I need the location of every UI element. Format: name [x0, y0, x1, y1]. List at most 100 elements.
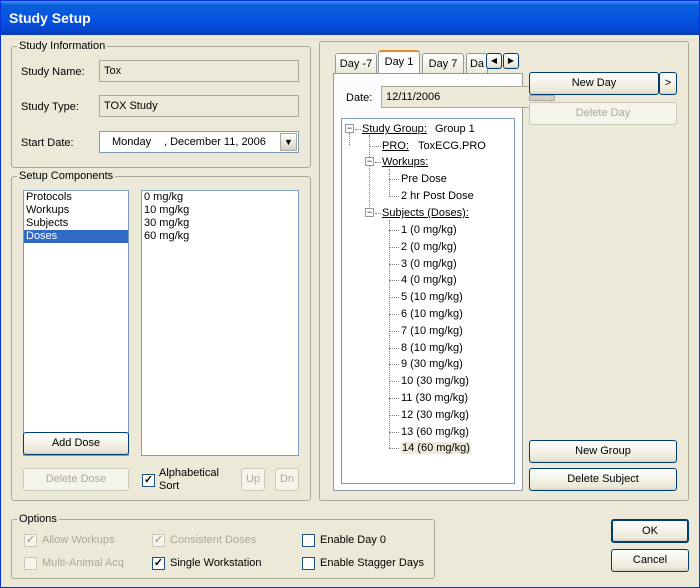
subject-item[interactable]: 7 (10 mg/kg) — [401, 325, 463, 337]
tab-day-1[interactable]: Day 1 — [378, 50, 420, 73]
tab-scroll-right[interactable]: ▶ — [503, 53, 519, 69]
tree-connector — [389, 196, 399, 197]
workup-item[interactable]: 2 hr Post Dose — [401, 190, 474, 202]
tree-connector — [389, 220, 390, 448]
tree-connector — [389, 364, 399, 365]
date-dropdown-button[interactable]: ▼ — [280, 133, 297, 151]
subject-item[interactable]: 1 (0 mg/kg) — [401, 224, 457, 236]
workups-label[interactable]: Workups: — [382, 156, 428, 168]
start-date-label: Start Date: — [21, 137, 74, 149]
collapse-workups-icon[interactable]: − — [365, 157, 374, 166]
tree-connector — [389, 169, 390, 197]
list-item[interactable]: Protocols — [24, 191, 128, 204]
subject-item[interactable]: 5 (10 mg/kg) — [401, 291, 463, 303]
study-information-legend: Study Information — [17, 40, 108, 52]
pro-value: ToxECG.PRO — [418, 140, 486, 152]
tree-connector — [375, 162, 381, 163]
enable-day0-checkbox[interactable] — [302, 534, 315, 547]
list-item[interactable]: Workups — [24, 204, 128, 217]
tree-connector — [369, 146, 381, 147]
cancel-button[interactable]: Cancel — [611, 549, 689, 572]
tree-connector — [389, 415, 399, 416]
move-up-button[interactable]: Up — [241, 468, 265, 491]
consistent-doses-checkbox[interactable]: ✓ — [152, 534, 165, 547]
study-name-label: Study Name: — [21, 66, 85, 78]
subject-item[interactable]: 8 (10 mg/kg) — [401, 342, 463, 354]
pro-label[interactable]: PRO: — [382, 140, 409, 152]
subject-item[interactable]: 14 (60 mg/kg) — [401, 442, 471, 454]
tree-connector — [389, 432, 399, 433]
study-type-field[interactable]: TOX Study — [99, 95, 299, 117]
collapse-group-icon[interactable]: − — [345, 124, 354, 133]
start-date-picker[interactable]: Monday , December 11, 2006 ▼ — [99, 131, 299, 153]
allow-workups-checkbox[interactable]: ✓ — [24, 534, 37, 547]
more-button[interactable]: > — [659, 72, 677, 95]
tree-connector — [369, 135, 370, 215]
collapse-subjects-icon[interactable]: − — [365, 208, 374, 217]
setup-components-legend: Setup Components — [17, 170, 116, 182]
multi-animal-checkbox[interactable] — [24, 557, 37, 570]
doses-list[interactable]: 0 mg/kg 10 mg/kg 30 mg/kg 60 mg/kg — [141, 190, 299, 456]
tree-connector — [389, 264, 399, 265]
study-setup-window: Study Setup Study Information Study Name… — [0, 0, 700, 588]
study-type-value: TOX Study — [104, 100, 158, 112]
subject-item[interactable]: 12 (30 mg/kg) — [401, 409, 469, 421]
date-label: Date: — [346, 92, 373, 104]
enable-stagger-checkbox[interactable] — [302, 557, 315, 570]
single-workstation-checkbox[interactable]: ✓ — [152, 557, 165, 570]
window-title: Study Setup — [9, 10, 91, 26]
subject-item[interactable]: 2 (0 mg/kg) — [401, 241, 457, 253]
tab-day-7[interactable]: Day 7 — [422, 53, 464, 73]
components-list[interactable]: Protocols Workups Subjects Doses — [23, 190, 129, 456]
tree-connector — [355, 129, 361, 130]
title-bar[interactable]: Study Setup — [1, 1, 699, 35]
list-item[interactable]: Subjects — [24, 217, 128, 230]
right-arrow-icon: ▶ — [507, 56, 515, 65]
subject-item[interactable]: 3 (0 mg/kg) — [401, 258, 457, 270]
study-group-label[interactable]: Study Group: — [362, 123, 427, 135]
study-name-field[interactable]: Tox — [99, 60, 299, 82]
delete-day-button[interactable]: Delete Day — [529, 102, 677, 125]
subject-item[interactable]: 6 (10 mg/kg) — [401, 308, 463, 320]
subject-item[interactable]: 10 (30 mg/kg) — [401, 375, 469, 387]
tab-day-minus-7[interactable]: Day -7 — [335, 53, 377, 73]
new-day-button[interactable]: New Day — [529, 72, 659, 95]
list-item[interactable]: 10 mg/kg — [142, 204, 298, 217]
new-group-button[interactable]: New Group — [529, 440, 677, 463]
subject-item[interactable]: 11 (30 mg/kg) — [401, 392, 468, 404]
delete-dose-button[interactable]: Delete Dose — [23, 468, 129, 491]
tree-connector — [389, 348, 399, 349]
subject-item[interactable]: 4 (0 mg/kg) — [401, 274, 457, 286]
tab-day-partial[interactable]: Da — [466, 53, 488, 73]
start-date-date: , December 11, 2006 — [164, 136, 266, 148]
list-item-selected[interactable]: Doses — [24, 230, 128, 243]
subjects-label[interactable]: Subjects (Doses): — [382, 207, 469, 219]
study-group-value: Group 1 — [435, 123, 475, 135]
tree-connector — [389, 280, 399, 281]
add-dose-button[interactable]: Add Dose — [23, 432, 129, 455]
options-legend: Options — [17, 513, 59, 525]
move-down-button[interactable]: Dn — [275, 468, 299, 491]
alphabetical-sort-checkbox[interactable]: ✓ — [142, 474, 155, 487]
allow-workups-label: Allow Workups — [42, 534, 115, 546]
ok-button[interactable]: OK — [611, 519, 689, 543]
delete-subject-button[interactable]: Delete Subject — [529, 468, 677, 491]
tree-connector — [389, 230, 399, 231]
resize-handle[interactable] — [529, 95, 555, 101]
alphabetical-sort-label: Alphabetical Sort — [159, 467, 219, 493]
options-group — [11, 519, 435, 579]
list-item[interactable]: 0 mg/kg — [142, 191, 298, 204]
day-date-value: 12/11/2006 — [386, 91, 441, 103]
subject-item[interactable]: 13 (60 mg/kg) — [401, 426, 469, 438]
tree-connector — [389, 448, 399, 449]
tree-connector — [389, 331, 399, 332]
tab-scroll-left[interactable]: ◀ — [486, 53, 502, 69]
workup-item[interactable]: Pre Dose — [401, 173, 447, 185]
day-date-field[interactable]: 12/11/2006 — [381, 86, 551, 108]
single-workstation-label: Single Workstation — [170, 557, 262, 569]
list-item[interactable]: 30 mg/kg — [142, 217, 298, 230]
study-name-value: Tox — [104, 65, 122, 77]
left-arrow-icon: ◀ — [490, 56, 498, 65]
subject-item[interactable]: 9 (30 mg/kg) — [401, 358, 463, 370]
list-item[interactable]: 60 mg/kg — [142, 230, 298, 243]
